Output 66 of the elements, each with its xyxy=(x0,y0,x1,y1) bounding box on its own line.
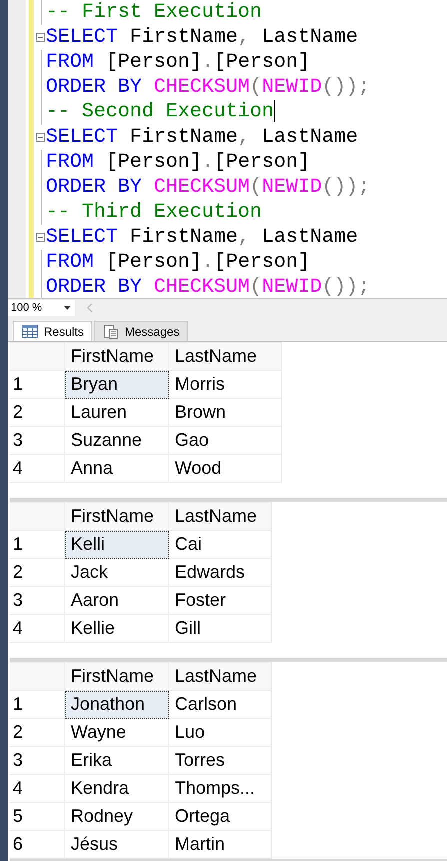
row-number[interactable]: 4 xyxy=(10,774,64,802)
table-cell[interactable]: Suzanne xyxy=(64,426,168,454)
code-line: FROM [Person].[Person] xyxy=(46,150,310,174)
column-header[interactable]: LastName xyxy=(168,342,282,370)
results-tab[interactable]: Messages xyxy=(94,321,188,341)
table-cell[interactable]: Edwards xyxy=(168,558,272,586)
collapse-icon[interactable] xyxy=(36,33,45,42)
row-number[interactable]: 2 xyxy=(10,398,64,426)
table-cell[interactable]: Lauren xyxy=(64,398,168,426)
table-cell[interactable]: Gao xyxy=(168,426,282,454)
row-number[interactable]: 6 xyxy=(10,830,64,858)
column-header[interactable]: FirstName xyxy=(64,342,168,370)
results-tab[interactable]: Results xyxy=(13,321,92,341)
table-cell[interactable]: Bryan xyxy=(64,370,168,398)
column-header[interactable]: FirstName xyxy=(64,662,168,690)
code-line: ORDER BY CHECKSUM(NEWID()); xyxy=(46,276,370,298)
row-number[interactable]: 2 xyxy=(10,718,64,746)
table-cell[interactable]: Jack xyxy=(64,558,168,586)
table-cell[interactable]: Thomps... xyxy=(168,774,272,802)
table-cell[interactable]: Erika xyxy=(64,746,168,774)
zoom-dropdown[interactable]: 100 % xyxy=(8,300,75,316)
column-header[interactable]: FirstName xyxy=(64,502,168,530)
row-number[interactable]: 2 xyxy=(10,558,64,586)
table-cell[interactable]: Torres xyxy=(168,746,272,774)
code-line: ORDER BY CHECKSUM(NEWID()); xyxy=(46,176,370,200)
table-cell[interactable]: Wood xyxy=(168,454,282,482)
code-line: SELECT FirstName, LastName xyxy=(46,126,358,150)
code-line: FROM [Person].[Person] xyxy=(46,50,310,74)
row-number[interactable]: 4 xyxy=(10,454,64,482)
table-cell[interactable]: Wayne xyxy=(64,718,168,746)
table-cell[interactable]: Rodney xyxy=(64,802,168,830)
code-line: SELECT FirstName, LastName xyxy=(46,226,358,250)
table-cell[interactable]: Kendra xyxy=(64,774,168,802)
code-line: ORDER BY CHECKSUM(NEWID()); xyxy=(46,76,370,100)
code-line: -- First Execution xyxy=(46,0,262,24)
document-icon xyxy=(103,324,120,340)
collapse-icon[interactable] xyxy=(36,233,45,242)
row-number[interactable]: 3 xyxy=(10,426,64,454)
row-number[interactable]: 3 xyxy=(10,746,64,774)
code-line: FROM [Person].[Person] xyxy=(46,250,310,274)
code-line: -- Third Execution xyxy=(46,200,262,224)
table-cell[interactable]: Jonathon xyxy=(64,690,168,718)
table-cell[interactable]: Kelli xyxy=(64,530,168,558)
row-number[interactable]: 5 xyxy=(10,802,64,830)
table-cell[interactable]: Morris xyxy=(168,370,282,398)
table-cell[interactable]: Foster xyxy=(168,586,272,614)
table-cell[interactable]: Jésus xyxy=(64,830,168,858)
table-cell[interactable]: Gill xyxy=(168,614,272,642)
table-cell[interactable]: Ortega xyxy=(168,802,272,830)
row-number[interactable]: 4 xyxy=(10,614,64,642)
table-cell[interactable]: Kellie xyxy=(64,614,168,642)
table-cell[interactable]: Aaron xyxy=(64,586,168,614)
row-number[interactable]: 3 xyxy=(10,586,64,614)
column-header[interactable]: LastName xyxy=(168,662,272,690)
table-cell[interactable]: Carlson xyxy=(168,690,272,718)
table-cell[interactable]: Martin xyxy=(168,830,272,858)
code-line: -- Second Execution xyxy=(46,100,276,125)
table-cell[interactable]: Anna xyxy=(64,454,168,482)
caret-icon xyxy=(64,306,71,310)
table-cell[interactable]: Brown xyxy=(168,398,282,426)
collapse-icon[interactable] xyxy=(36,133,45,142)
column-header[interactable]: LastName xyxy=(168,502,272,530)
table-cell[interactable]: Luo xyxy=(168,718,272,746)
code-line: SELECT FirstName, LastName xyxy=(46,26,358,50)
grid-icon xyxy=(22,325,38,338)
table-cell[interactable]: Cai xyxy=(168,530,272,558)
